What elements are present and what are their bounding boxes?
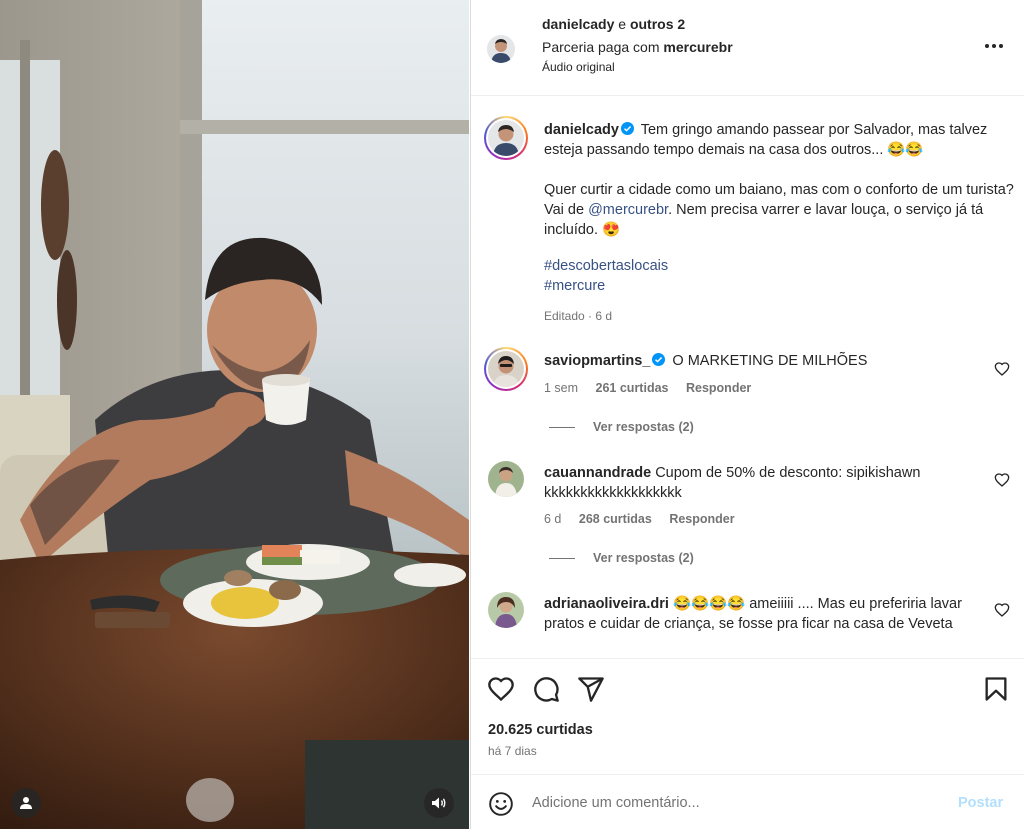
view-replies-button[interactable]: Ver respostas (2) [549, 420, 694, 434]
reply-button[interactable]: Responder [686, 381, 751, 395]
view-replies-label: Ver respostas (2) [593, 551, 694, 565]
comment-username-link[interactable]: cauannandrade [544, 465, 651, 481]
tag-people-button[interactable] [11, 788, 41, 818]
post-authors: danielcady e outros 2 [542, 16, 685, 32]
comment-time: 6 d [544, 512, 562, 526]
verified-badge-icon [620, 122, 634, 135]
commenter-avatar[interactable] [488, 461, 524, 497]
likes-count-link[interactable]: 20.625 curtidas [488, 722, 593, 738]
partner-link[interactable]: mercurebr [663, 39, 732, 55]
post-photo [0, 0, 469, 829]
post-header: danielcady e outros 2 Parceria paga com … [471, 0, 1024, 96]
heart-icon[interactable] [487, 675, 515, 703]
commenter-avatar[interactable] [484, 347, 528, 391]
comment-meta: 6 d 268 curtidas Responder [544, 512, 749, 526]
post-caption: danielcady Tem gringo amando passear por… [544, 120, 1014, 296]
hashtag-link[interactable]: #mercure [544, 276, 1014, 296]
author-username-link[interactable]: danielcady [542, 16, 614, 32]
post-dialog: danielcady e outros 2 Parceria paga com … [0, 0, 1024, 829]
audio-link[interactable]: Áudio original [542, 60, 615, 74]
comment: cauannandrade Cupom de 50% de desconto: … [544, 463, 984, 503]
comment-composer: Postar [471, 774, 1024, 829]
comment: saviopmartins_ O MARKETING DE MILHÕES [544, 351, 984, 371]
comment-meta: 1 sem 261 curtidas Responder [544, 381, 765, 395]
commenter-avatar[interactable] [488, 592, 524, 628]
avatar [488, 120, 524, 156]
more-options-button[interactable] [982, 36, 1006, 56]
verified-badge-icon [652, 353, 666, 366]
comment-input[interactable] [532, 792, 932, 814]
coauthors-link[interactable]: outros 2 [630, 16, 685, 32]
comment-icon[interactable] [532, 675, 560, 703]
more-horizontal-icon [985, 44, 989, 48]
post-media[interactable] [0, 0, 469, 829]
emoji-icon[interactable] [488, 791, 514, 817]
comment-text: O MARKETING DE MILHÕES [672, 353, 868, 369]
comment-username-link[interactable]: saviopmartins_ [544, 353, 650, 369]
comment: adrianaoliveira.dri 😂😂😂😂 ameiiiii .... M… [544, 594, 984, 634]
coauthor-connector: e [618, 16, 627, 32]
author-avatar[interactable] [487, 35, 515, 63]
post-side-panel: danielcady e outros 2 Parceria paga com … [470, 0, 1024, 829]
paid-partnership-label: Parceria paga com mercurebr [542, 39, 733, 55]
user-tag-icon [20, 797, 32, 809]
post-actions: 20.625 curtidas há 7 dias [471, 658, 1024, 774]
comment-time: 1 sem [544, 381, 579, 395]
speaker-icon [432, 797, 446, 809]
avatar [488, 351, 524, 387]
comment-likes-link[interactable]: 261 curtidas [596, 381, 669, 395]
comment-like-heart-icon[interactable] [994, 472, 1010, 488]
comment-like-heart-icon[interactable] [994, 602, 1010, 618]
partnership-prefix: Parceria paga com [542, 39, 660, 55]
share-icon[interactable] [577, 675, 605, 703]
view-replies-label: Ver respostas (2) [593, 420, 694, 434]
comment-username-link[interactable]: adrianaoliveira.dri [544, 596, 669, 612]
post-date[interactable]: há 7 dias [488, 744, 537, 758]
comment-like-heart-icon[interactable] [994, 361, 1010, 377]
comments-list[interactable]: danielcady Tem gringo amando passear por… [471, 97, 1024, 658]
view-replies-button[interactable]: Ver respostas (2) [549, 551, 694, 565]
audio-toggle-button[interactable] [424, 788, 454, 818]
caption-author-avatar[interactable] [484, 116, 528, 160]
caption-username-link[interactable]: danielcady [544, 122, 619, 138]
reply-button[interactable]: Responder [669, 512, 734, 526]
hashtag-link[interactable]: #descobertaslocais [544, 256, 1014, 276]
bookmark-icon[interactable] [982, 675, 1010, 703]
avatar [488, 592, 524, 628]
post-comment-button[interactable]: Postar [958, 795, 1003, 811]
mention-link[interactable]: @mercurebr [588, 202, 668, 218]
avatar [488, 461, 524, 497]
comment-likes-link[interactable]: 268 curtidas [579, 512, 652, 526]
caption-meta: Editado · 6 d [544, 309, 613, 323]
